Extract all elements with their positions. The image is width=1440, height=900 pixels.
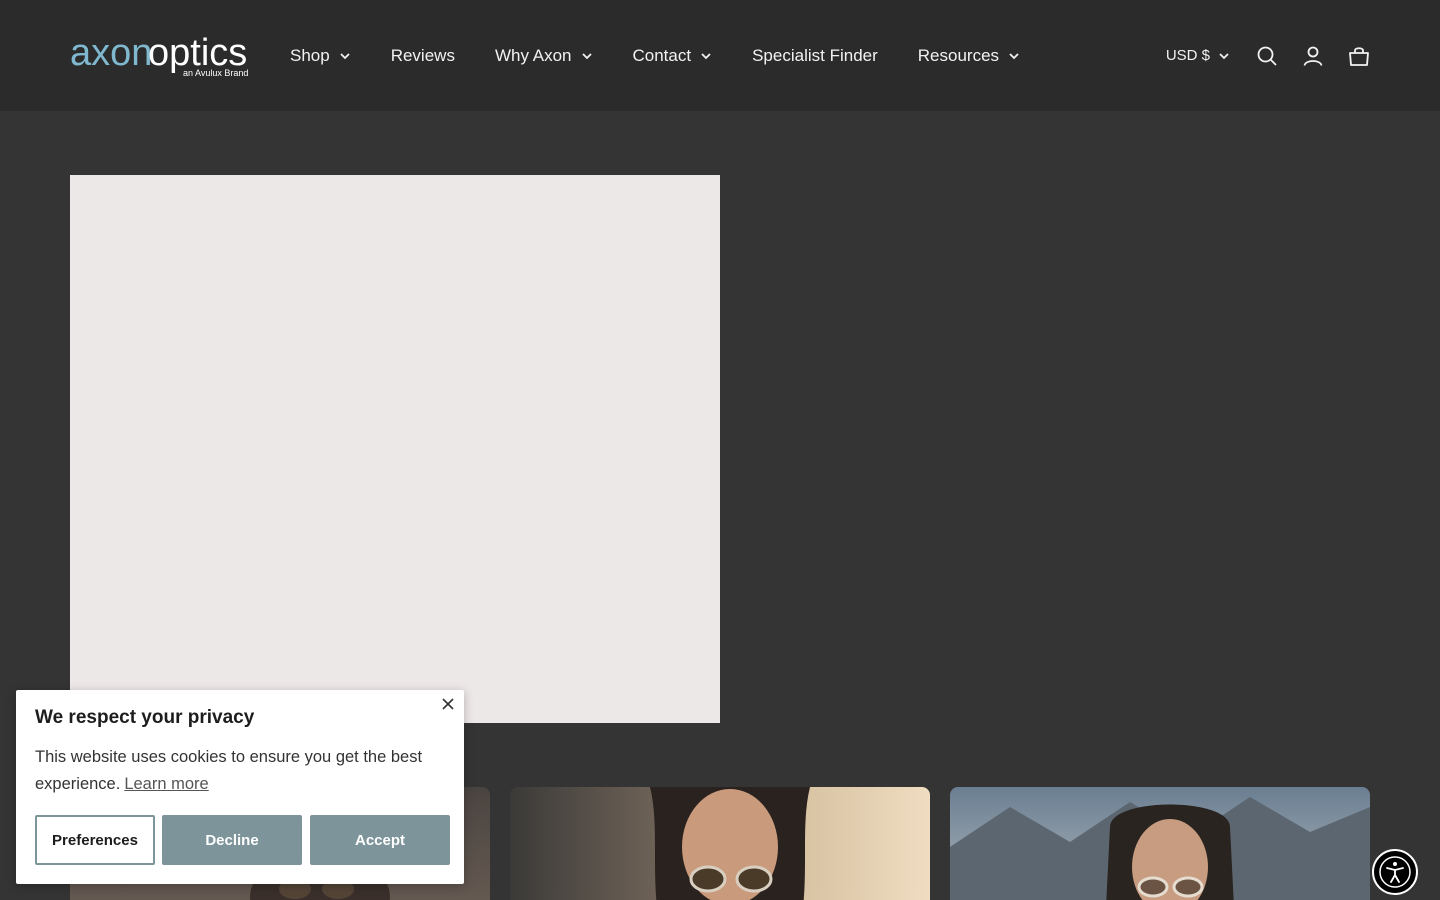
- chevron-down-icon: [340, 52, 350, 59]
- accessibility-button[interactable]: [1372, 849, 1418, 895]
- nav-item-contact[interactable]: Contact: [633, 46, 713, 66]
- accessibility-icon: [1379, 856, 1411, 888]
- nav-item-reviews[interactable]: Reviews: [391, 46, 455, 66]
- learn-more-link[interactable]: Learn more: [124, 775, 208, 793]
- currency-selector[interactable]: USD $: [1166, 47, 1230, 64]
- portrait-photo: [950, 797, 1370, 900]
- nav-label: Contact: [632, 45, 692, 65]
- cookie-message: This website uses cookies to ensure you …: [35, 748, 423, 793]
- search-icon[interactable]: [1256, 45, 1278, 67]
- header-tools: USD $: [1166, 0, 1370, 111]
- nav-label: Reviews: [390, 45, 455, 65]
- nav-item-specialist-finder[interactable]: Specialist Finder: [752, 46, 878, 66]
- product-card-image[interactable]: [950, 787, 1370, 900]
- nav-item-resources[interactable]: Resources: [918, 46, 1020, 66]
- account-icon[interactable]: [1302, 45, 1324, 67]
- accept-button[interactable]: Accept: [310, 815, 450, 865]
- chevron-down-icon: [1009, 52, 1019, 59]
- cart-icon[interactable]: [1348, 45, 1370, 67]
- cookie-banner: We respect your privacy This website use…: [16, 690, 464, 884]
- nav-item-shop[interactable]: Shop: [290, 46, 351, 66]
- chevron-down-icon: [701, 52, 711, 59]
- logo-axon-text: axon: [70, 32, 152, 74]
- nav-label: Specialist Finder: [752, 45, 878, 65]
- main-nav: Shop Reviews Why Axon Contact Specialist…: [290, 0, 1060, 111]
- portrait-photo: [650, 787, 810, 900]
- close-icon[interactable]: [440, 696, 456, 712]
- currency-label: USD $: [1165, 47, 1210, 64]
- hero-image-placeholder: [70, 175, 720, 723]
- site-header: axon optics an Avulux Brand Shop Reviews…: [0, 0, 1440, 111]
- preferences-button[interactable]: Preferences: [35, 815, 155, 865]
- site-logo[interactable]: axon optics an Avulux Brand: [70, 32, 252, 78]
- logo-tagline: an Avulux Brand: [183, 68, 248, 78]
- nav-label: Resources: [917, 45, 1000, 65]
- nav-item-why-axon[interactable]: Why Axon: [495, 46, 593, 66]
- cookie-title: We respect your privacy: [35, 707, 255, 728]
- nav-label: Shop: [290, 45, 330, 65]
- product-card-image[interactable]: [510, 787, 930, 900]
- chevron-down-icon: [1219, 52, 1229, 59]
- nav-label: Why Axon: [494, 45, 572, 65]
- cookie-text: This website uses cookies to ensure you …: [35, 744, 445, 798]
- chevron-down-icon: [581, 52, 592, 59]
- decline-button[interactable]: Decline: [162, 815, 302, 865]
